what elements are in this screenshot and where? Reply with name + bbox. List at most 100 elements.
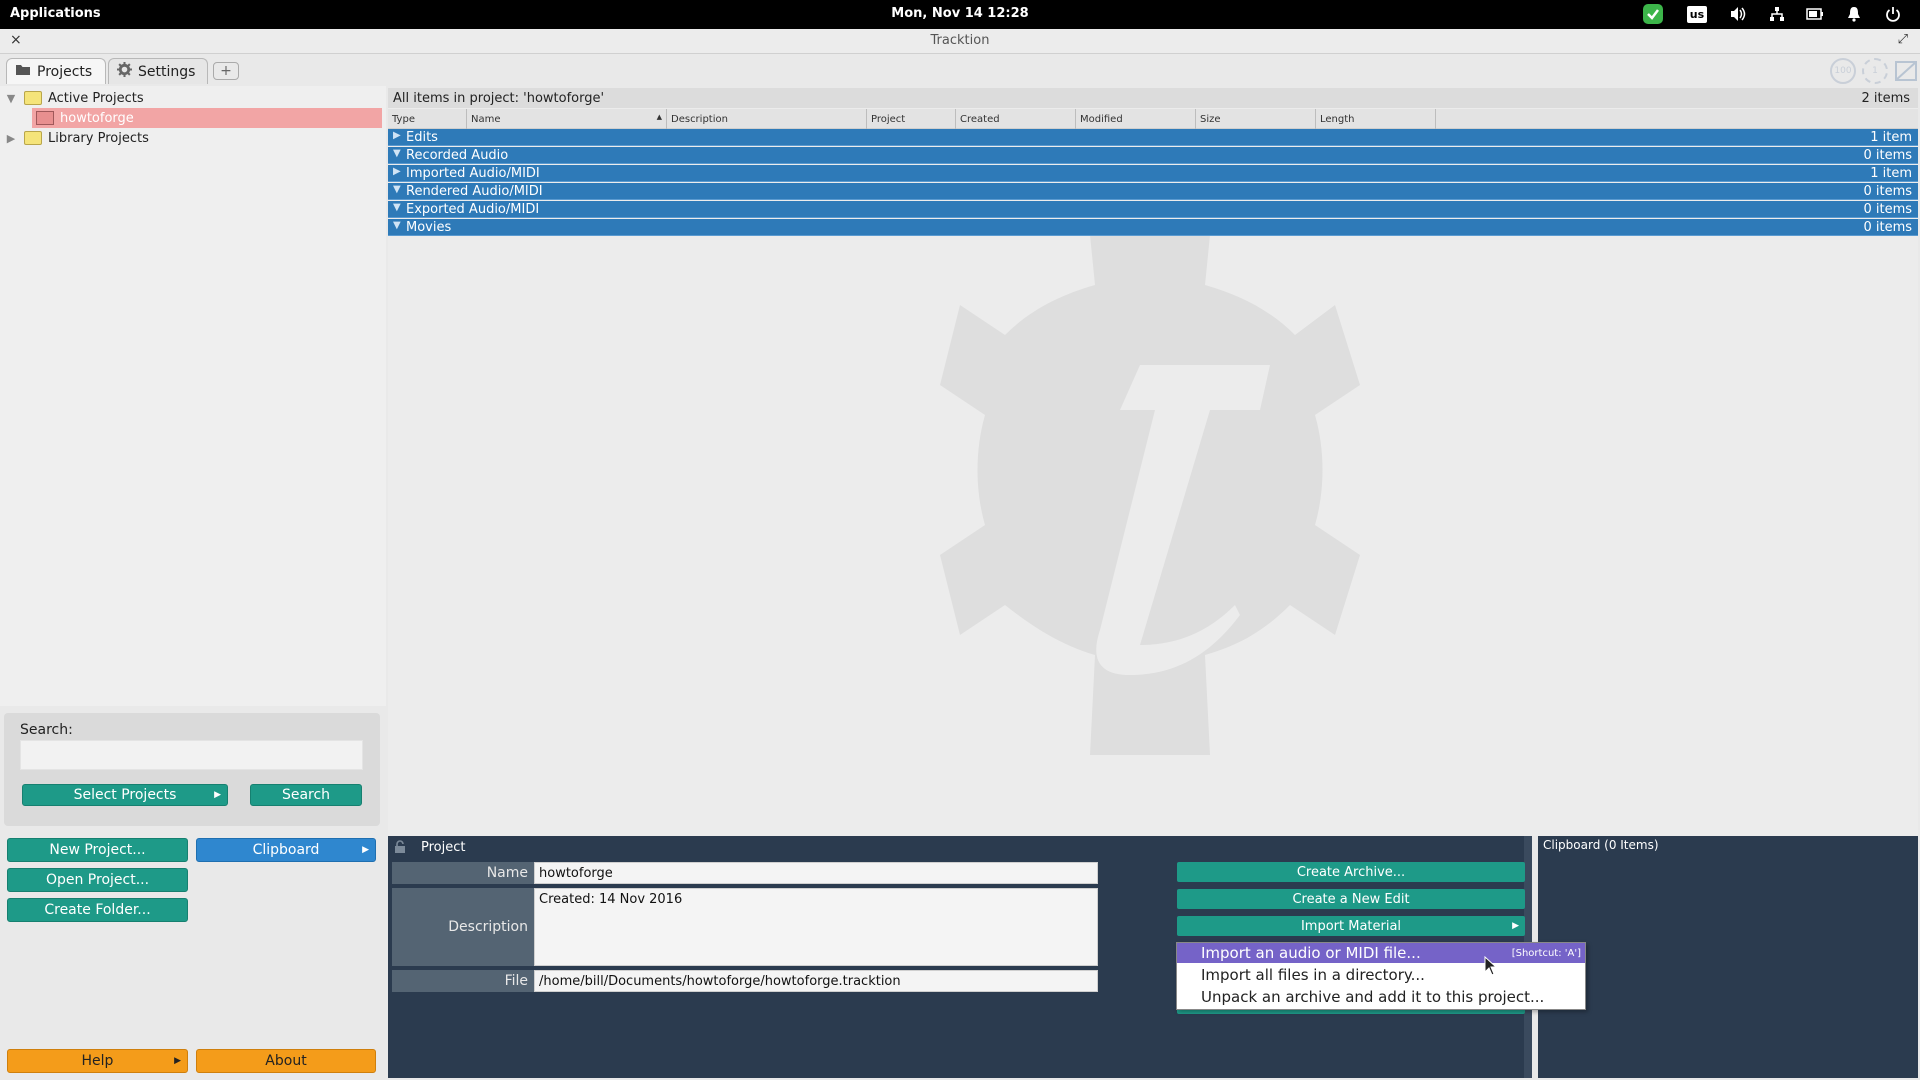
category-count: 0 items: [1863, 202, 1912, 217]
gear-icon: [117, 62, 132, 81]
tree-label-library-projects: Library Projects: [48, 130, 149, 146]
add-tab-button[interactable]: +: [213, 62, 239, 80]
keyboard-layout-label: us: [1686, 5, 1708, 23]
collapse-arrow-icon[interactable]: ▼: [393, 202, 401, 213]
column-size[interactable]: Size: [1196, 109, 1316, 129]
tab-settings[interactable]: Settings: [108, 58, 208, 84]
category-label: Rendered Audio/MIDI: [406, 184, 543, 199]
expand-arrow-icon[interactable]: ▼: [4, 92, 18, 105]
expand-arrow-icon[interactable]: ▶: [393, 130, 401, 141]
collapse-arrow-icon[interactable]: ▼: [393, 220, 401, 231]
category-row-imported-audio-midi[interactable]: ▶ Imported Audio/MIDI 1 item: [388, 165, 1918, 182]
category-label: Recorded Audio: [406, 148, 509, 163]
category-row-movies[interactable]: ▼ Movies 0 items: [388, 219, 1918, 236]
category-row-exported-audio-midi[interactable]: ▼ Exported Audio/MIDI 0 items: [388, 201, 1918, 218]
window-title: Tracktion: [930, 33, 990, 48]
shortcut-hint: [Shortcut: 'A']: [1511, 947, 1581, 959]
expand-arrow-icon[interactable]: ▶: [4, 132, 18, 145]
column-type[interactable]: Type: [388, 109, 467, 129]
create-folder-button[interactable]: Create Folder...: [7, 898, 188, 922]
submenu-arrow-icon: ▶: [214, 790, 221, 800]
category-row-rendered-audio-midi[interactable]: ▼ Rendered Audio/MIDI 0 items: [388, 183, 1918, 200]
tab-projects[interactable]: Projects: [6, 58, 106, 84]
category-row-recorded-audio[interactable]: ▼ Recorded Audio 0 items: [388, 147, 1918, 164]
category-count: 1 item: [1870, 166, 1912, 181]
tracktion-logo-watermark: [940, 235, 1360, 755]
column-created[interactable]: Created: [956, 109, 1076, 129]
clipboard-label: Clipboard: [252, 842, 320, 858]
category-label: Movies: [406, 220, 452, 235]
bell-icon[interactable]: [1843, 4, 1865, 24]
disk-meter-icon[interactable]: 1: [1862, 58, 1888, 84]
category-count: 0 items: [1863, 184, 1912, 199]
folder-icon: [24, 131, 42, 145]
tree-item-howtoforge[interactable]: howtoforge: [32, 108, 382, 128]
view-icon[interactable]: [1894, 58, 1918, 84]
keyboard-layout-icon[interactable]: us: [1686, 4, 1708, 24]
import-material-label: Import Material: [1300, 918, 1402, 934]
collapse-arrow-icon[interactable]: ▼: [393, 184, 401, 195]
power-icon[interactable]: [1882, 4, 1904, 24]
column-modified[interactable]: Modified: [1076, 109, 1196, 129]
folder-icon: [15, 63, 31, 80]
submenu-arrow-icon: ▶: [1512, 921, 1519, 931]
column-length[interactable]: Length: [1316, 109, 1436, 129]
search-button[interactable]: Search: [250, 784, 362, 806]
project-name-field[interactable]: howtoforge: [534, 862, 1098, 884]
sort-arrow-icon: ▲: [656, 113, 662, 121]
tree-label-howtoforge: howtoforge: [60, 110, 134, 126]
select-projects-button[interactable]: Select Projects ▶: [22, 784, 228, 806]
cpu-meter-icon[interactable]: 100: [1830, 58, 1856, 84]
import-material-menu: Import an audio or MIDI file... [Shortcu…: [1176, 942, 1586, 1010]
menu-item-label: Import all files in a directory...: [1201, 966, 1425, 984]
column-name-label: Name: [471, 114, 501, 125]
network-icon[interactable]: [1766, 4, 1788, 24]
folder-icon: [24, 91, 42, 105]
search-label: Search:: [20, 722, 73, 738]
expand-icon[interactable]: ⤢: [1898, 32, 1908, 47]
column-description[interactable]: Description: [667, 109, 867, 129]
description-label: Description: [392, 888, 536, 966]
clock[interactable]: Mon, Nov 14 12:28: [0, 6, 1920, 21]
open-project-button[interactable]: Open Project...: [7, 868, 188, 892]
category-label: Edits: [406, 130, 438, 145]
project-description-field[interactable]: Created: 14 Nov 2016: [534, 888, 1098, 966]
tab-projects-label: Projects: [37, 63, 93, 80]
column-project[interactable]: Project: [867, 109, 956, 129]
name-label: Name: [392, 862, 536, 884]
menu-item-import-audio-midi[interactable]: Import an audio or MIDI file... [Shortcu…: [1177, 943, 1585, 963]
window-title-bar: × Tracktion ⤢: [0, 29, 1920, 54]
tree-item-library-projects[interactable]: ▶ Library Projects: [4, 128, 149, 148]
help-label: Help: [81, 1053, 114, 1069]
content-header-title: All items in project: 'howtoforge': [393, 91, 605, 106]
mouse-cursor-icon: [1484, 955, 1498, 980]
import-material-button[interactable]: Import Material ▶: [1177, 916, 1525, 936]
search-input[interactable]: [20, 740, 363, 770]
tree-label-active-projects: Active Projects: [48, 90, 144, 106]
lock-icon[interactable]: [394, 840, 406, 858]
category-label: Exported Audio/MIDI: [406, 202, 540, 217]
menu-item-label: Unpack an archive and add it to this pro…: [1201, 988, 1545, 1006]
help-button[interactable]: Help ▶: [7, 1049, 188, 1073]
create-new-edit-button[interactable]: Create a New Edit: [1177, 889, 1525, 909]
battery-icon[interactable]: [1804, 4, 1826, 24]
menu-item-unpack-archive[interactable]: Unpack an archive and add it to this pro…: [1177, 987, 1585, 1007]
new-project-button[interactable]: New Project...: [7, 838, 188, 862]
collapse-arrow-icon[interactable]: ▼: [393, 148, 401, 159]
menu-item-import-directory[interactable]: Import all files in a directory...: [1177, 965, 1585, 985]
category-row-edits[interactable]: ▶ Edits 1 item: [388, 129, 1918, 146]
tab-settings-label: Settings: [138, 63, 196, 80]
create-archive-button[interactable]: Create Archive...: [1177, 862, 1525, 882]
about-button[interactable]: About: [196, 1049, 376, 1073]
clipboard-button[interactable]: Clipboard ▶: [196, 838, 376, 862]
tree-item-active-projects[interactable]: ▼ Active Projects: [4, 88, 144, 108]
project-file-field[interactable]: /home/bill/Documents/howtoforge/howtofor…: [534, 970, 1098, 992]
submenu-arrow-icon: ▶: [362, 845, 369, 855]
column-name[interactable]: Name ▲: [467, 109, 667, 129]
category-count: 0 items: [1863, 220, 1912, 235]
category-count: 1 item: [1870, 130, 1912, 145]
menu-item-label: Import an audio or MIDI file...: [1201, 944, 1421, 962]
volume-icon[interactable]: [1727, 4, 1749, 24]
expand-arrow-icon[interactable]: ▶: [393, 166, 401, 177]
check-icon[interactable]: [1641, 4, 1665, 24]
